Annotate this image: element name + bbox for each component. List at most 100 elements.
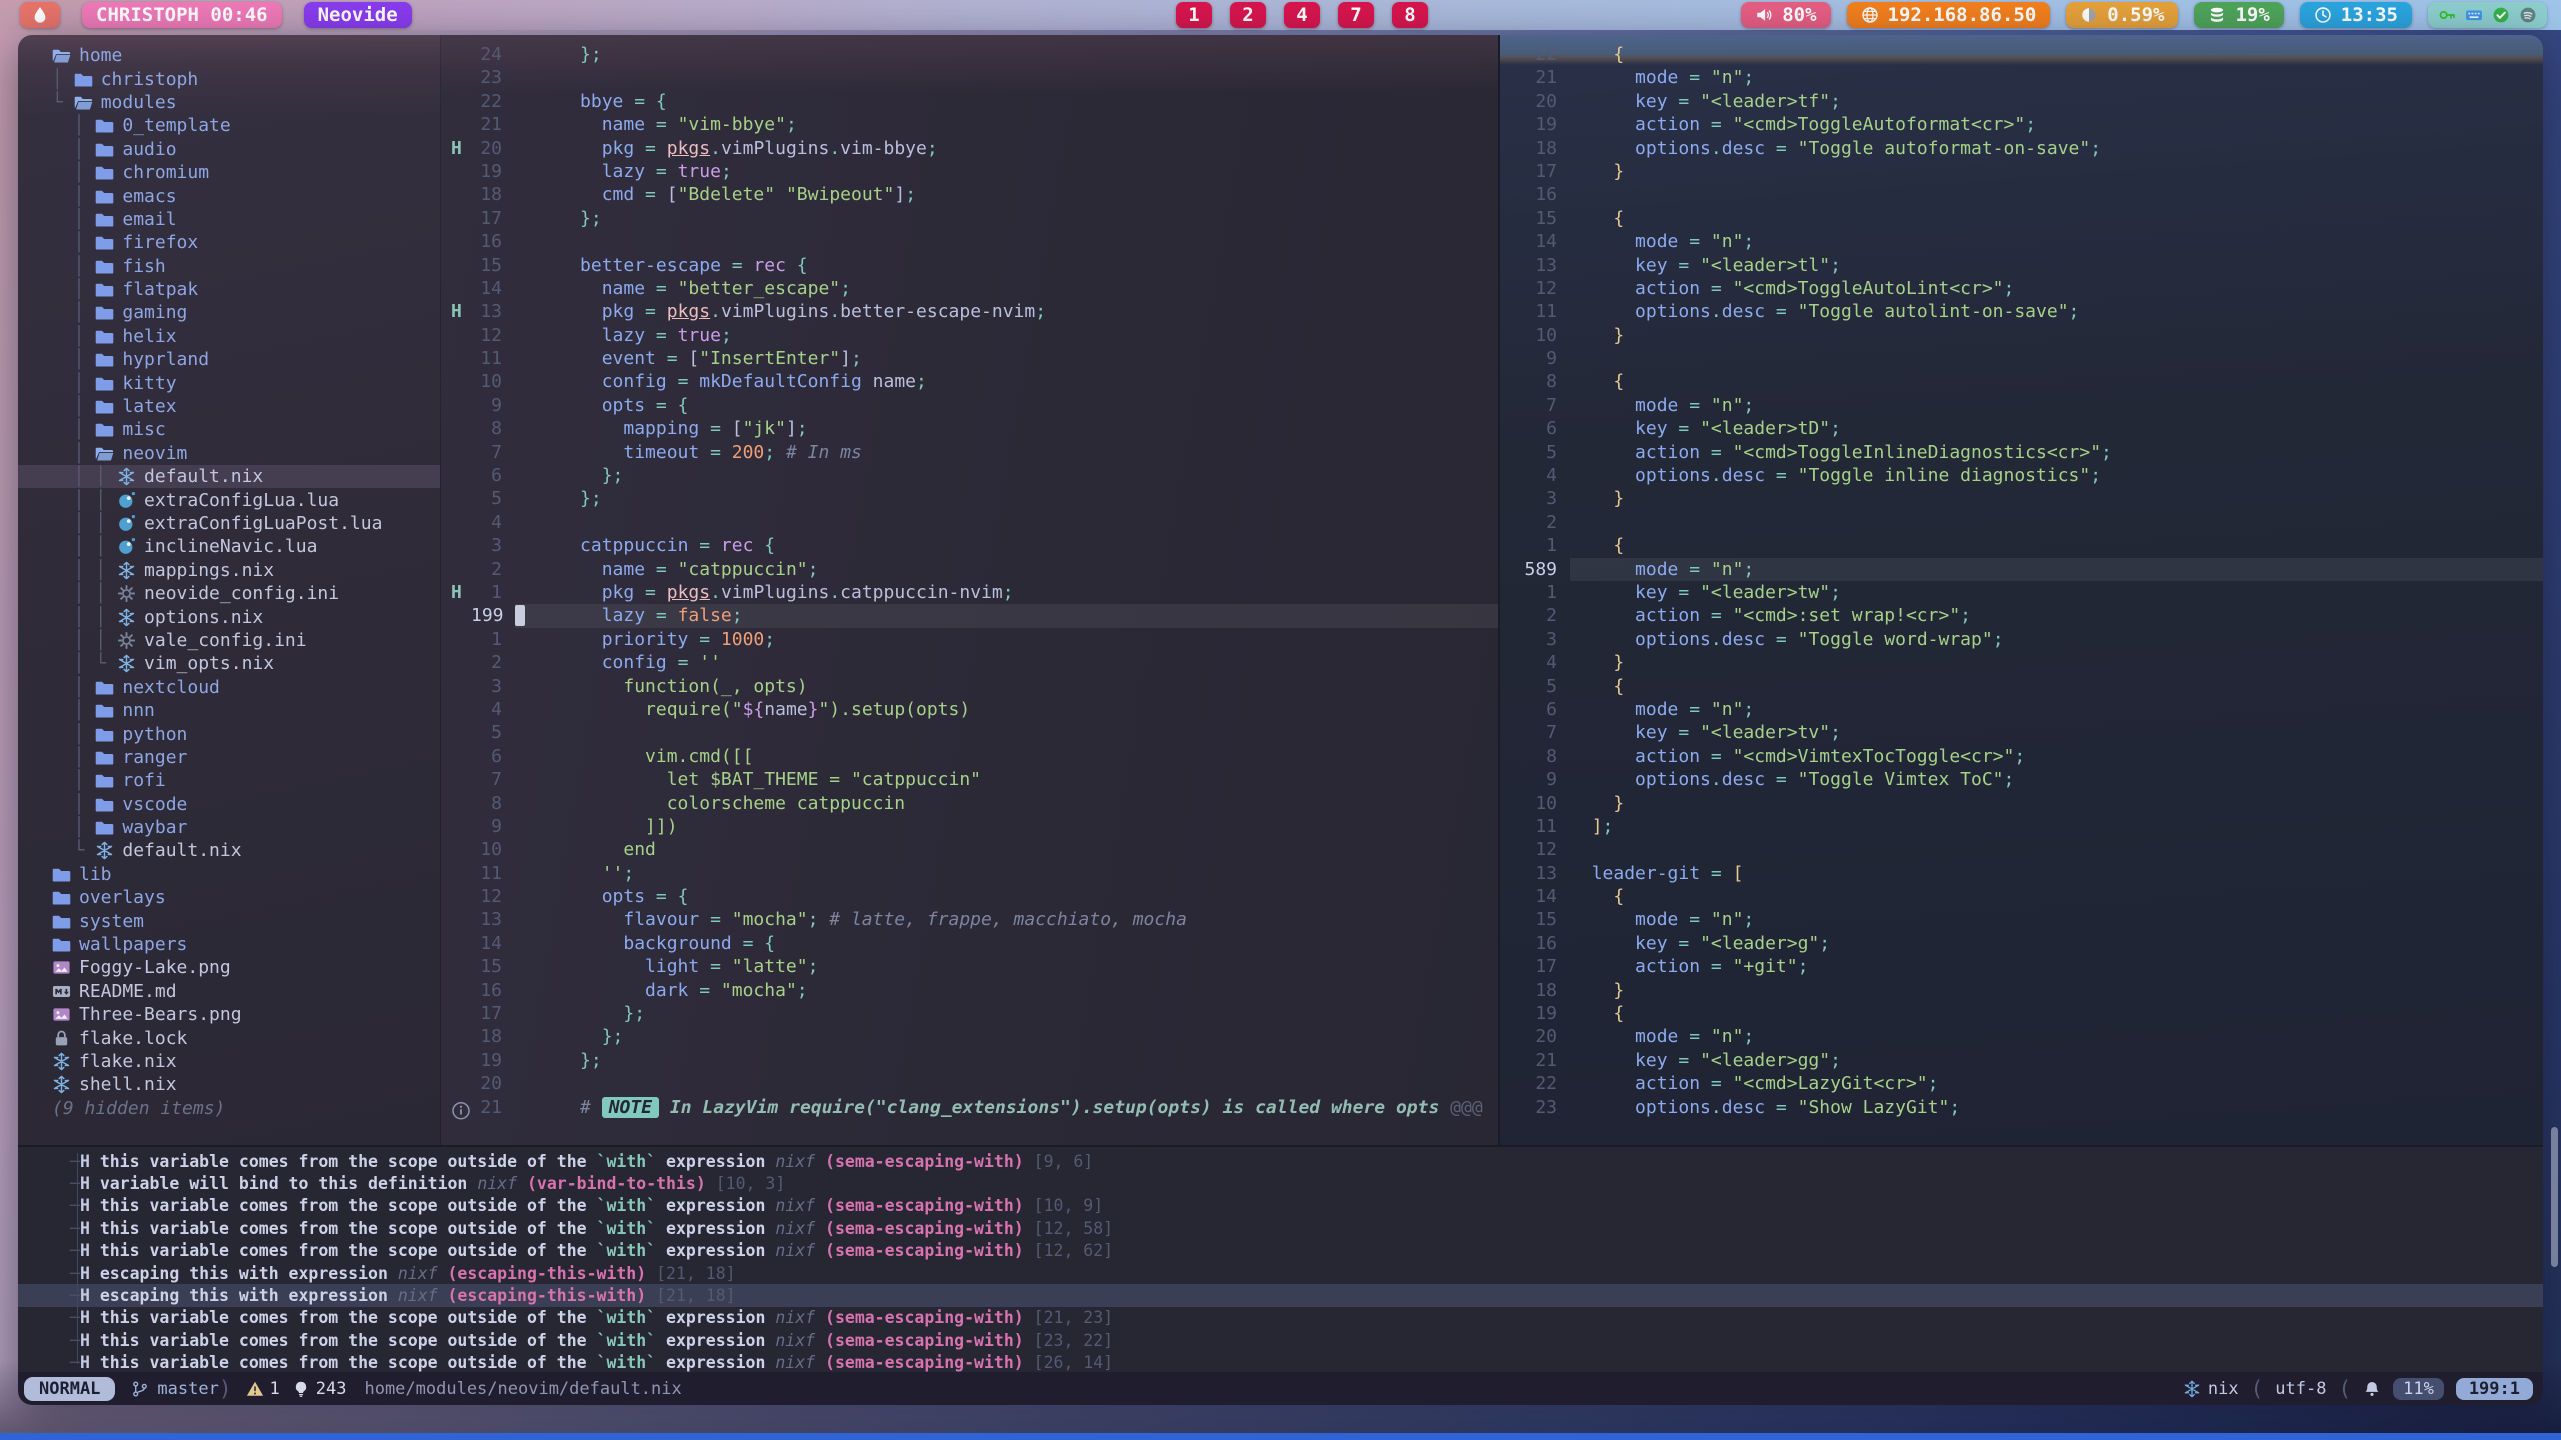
code-line[interactable]: 20 key = "<leader>tf"; — [1500, 90, 2543, 113]
code-line[interactable]: 7 let $BAT_THEME = "catppuccin" — [441, 768, 1498, 791]
code-line[interactable]: 2 action = "<cmd>:set wrap!<cr>"; — [1500, 604, 2543, 627]
tree-item[interactable]: │ vscode — [18, 793, 440, 816]
code-line[interactable]: 16 key = "<leader>g"; — [1500, 932, 2543, 955]
editor-right[interactable]: 22 {21 mode = "n";20 key = "<leader>tf";… — [1498, 35, 2543, 1145]
memory-chip[interactable]: 19% — [2194, 2, 2283, 28]
code-line[interactable]: 9 ]]) — [441, 815, 1498, 838]
diagnostic-item[interactable]: ─H this variable comes from the scope ou… — [18, 1195, 2543, 1217]
code-line[interactable]: 14 { — [1500, 885, 2543, 908]
code-line[interactable]: 21 mode = "n"; — [1500, 66, 2543, 89]
code-line[interactable]: 5 action = "<cmd>ToggleInlineDiagnostics… — [1500, 441, 2543, 464]
code-line[interactable]: 14 name = "better_escape"; — [441, 277, 1498, 300]
code-line[interactable]: 12 opts = { — [441, 885, 1498, 908]
editor-left[interactable]: 24 };2322 bbye = {21 name = "vim-bbye";H… — [441, 35, 1498, 1145]
tree-item[interactable]: wallpapers — [18, 933, 440, 956]
network-chip[interactable]: 192.168.86.50 — [1847, 2, 2051, 28]
tree-item[interactable]: │ neovim — [18, 442, 440, 465]
tree-item[interactable]: │ waybar — [18, 816, 440, 839]
code-line[interactable]: 24 }; — [441, 43, 1498, 66]
code-line[interactable]: 17 }; — [441, 1002, 1498, 1025]
code-line[interactable]: 21 # NOTE In LazyVim require("clang_exte… — [441, 1096, 1498, 1119]
check-icon[interactable] — [2492, 6, 2510, 24]
diagnostic-item[interactable]: ─H escaping this with expression nixf (e… — [18, 1262, 2543, 1284]
code-line[interactable]: 15 better-escape = rec { — [441, 254, 1498, 277]
user-clock-chip[interactable]: CHRISTOPH 00:46 — [82, 2, 282, 28]
code-line[interactable]: 3 options.desc = "Toggle word-wrap"; — [1500, 628, 2543, 651]
tree-item[interactable]: README.md — [18, 980, 440, 1003]
code-line[interactable]: 3 function(_, opts) — [441, 675, 1498, 698]
code-line[interactable]: 11 ''; — [441, 862, 1498, 885]
code-line[interactable]: 21 name = "vim-bbye"; — [441, 113, 1498, 136]
code-line[interactable]: H20 pkg = pkgs.vimPlugins.vim-bbye; — [441, 137, 1498, 160]
code-line[interactable]: 15 light = "latte"; — [441, 955, 1498, 978]
code-line[interactable]: 3 catppuccin = rec { — [441, 534, 1498, 557]
diagnostic-item[interactable]: ─H this variable comes from the scope ou… — [18, 1329, 2543, 1351]
code-line[interactable]: 15 { — [1500, 207, 2543, 230]
code-line[interactable]: 5 }; — [441, 487, 1498, 510]
tree-item[interactable]: │ helix — [18, 325, 440, 348]
tree-item[interactable]: flake.nix — [18, 1050, 440, 1073]
code-line[interactable]: 23 — [441, 66, 1498, 89]
code-line[interactable]: 4 — [441, 511, 1498, 534]
spotify-icon[interactable] — [2519, 6, 2537, 24]
diagnostic-item[interactable]: ─H this variable comes from the scope ou… — [18, 1217, 2543, 1239]
code-line[interactable]: 8 { — [1500, 370, 2543, 393]
code-line[interactable]: 11 options.desc = "Toggle autolint-on-sa… — [1500, 300, 2543, 323]
code-line[interactable]: 13 flavour = "mocha"; # latte, frappe, m… — [441, 908, 1498, 931]
tree-item[interactable]: │ misc — [18, 418, 440, 441]
code-line[interactable]: 12 action = "<cmd>ToggleAutoLint<cr>"; — [1500, 277, 2543, 300]
code-line[interactable]: 10 end — [441, 838, 1498, 861]
code-line[interactable]: 7 key = "<leader>tv"; — [1500, 721, 2543, 744]
tree-item[interactable]: system — [18, 909, 440, 932]
code-line[interactable]: 19 }; — [441, 1049, 1498, 1072]
code-line[interactable]: 12 lazy = true; — [441, 324, 1498, 347]
code-line[interactable]: 17 action = "+git"; — [1500, 955, 2543, 978]
code-line[interactable]: 8 colorscheme catppuccin — [441, 792, 1498, 815]
keyboard-icon[interactable] — [2465, 6, 2483, 24]
diagnostic-item[interactable]: ─H variable will bind to this definition… — [18, 1172, 2543, 1194]
code-line[interactable]: 17 } — [1500, 160, 2543, 183]
code-line[interactable]: 17 }; — [441, 207, 1498, 230]
tree-item[interactable]: │ flatpak — [18, 278, 440, 301]
workspace-button[interactable]: 2 — [1230, 2, 1266, 28]
code-line[interactable]: 10 } — [1500, 324, 2543, 347]
tree-item[interactable]: lib — [18, 863, 440, 886]
key-icon[interactable] — [2438, 6, 2456, 24]
tree-item[interactable]: │ ranger — [18, 746, 440, 769]
tree-item[interactable]: │ │ options.nix — [18, 605, 440, 628]
tree-item[interactable]: │ python — [18, 722, 440, 745]
code-line[interactable]: 21 key = "<leader>gg"; — [1500, 1049, 2543, 1072]
code-line[interactable]: 14 background = { — [441, 932, 1498, 955]
code-line[interactable]: 2 config = '' — [441, 651, 1498, 674]
tree-item[interactable]: │ nnn — [18, 699, 440, 722]
tree-item[interactable]: └ default.nix — [18, 839, 440, 862]
code-line[interactable]: 12 — [1500, 838, 2543, 861]
code-line[interactable]: 20 — [441, 1072, 1498, 1095]
workspace-button[interactable]: 1 — [1176, 2, 1212, 28]
code-line[interactable]: 9 opts = { — [441, 394, 1498, 417]
code-line[interactable]: 1 { — [1500, 534, 2543, 557]
code-line[interactable]: 16 — [1500, 183, 2543, 206]
workspace-button[interactable]: 4 — [1284, 2, 1320, 28]
code-line[interactable]: 7 timeout = 200; # In ms — [441, 441, 1498, 464]
code-line[interactable]: 4 options.desc = "Toggle inline diagnost… — [1500, 464, 2543, 487]
tree-item[interactable]: home — [18, 44, 440, 67]
code-line[interactable]: 9 — [1500, 347, 2543, 370]
tree-item[interactable]: flake.lock — [18, 1026, 440, 1049]
code-line[interactable]: 18 cmd = ["Bdelete" "Bwipeout"]; — [441, 183, 1498, 206]
tree-item[interactable]: │ gaming — [18, 301, 440, 324]
scrollbar-thumb[interactable] — [2551, 1127, 2558, 1267]
tree-item[interactable]: (9 hidden items) — [18, 1097, 440, 1120]
code-line[interactable]: 5 — [441, 721, 1498, 744]
code-line[interactable]: 20 mode = "n"; — [1500, 1025, 2543, 1048]
code-line[interactable]: 10 config = mkDefaultConfig name; — [441, 370, 1498, 393]
tree-item[interactable]: │ └ vim_opts.nix — [18, 652, 440, 675]
tree-item[interactable]: │ hyprland — [18, 348, 440, 371]
code-line[interactable]: 18 }; — [441, 1025, 1498, 1048]
code-line[interactable]: 18 } — [1500, 979, 2543, 1002]
code-line[interactable]: 4 } — [1500, 651, 2543, 674]
tree-item[interactable]: shell.nix — [18, 1073, 440, 1096]
tree-item[interactable]: │ 0_template — [18, 114, 440, 137]
tree-item[interactable]: │ │ neovide_config.ini — [18, 582, 440, 605]
tree-item[interactable]: Foggy-Lake.png — [18, 956, 440, 979]
